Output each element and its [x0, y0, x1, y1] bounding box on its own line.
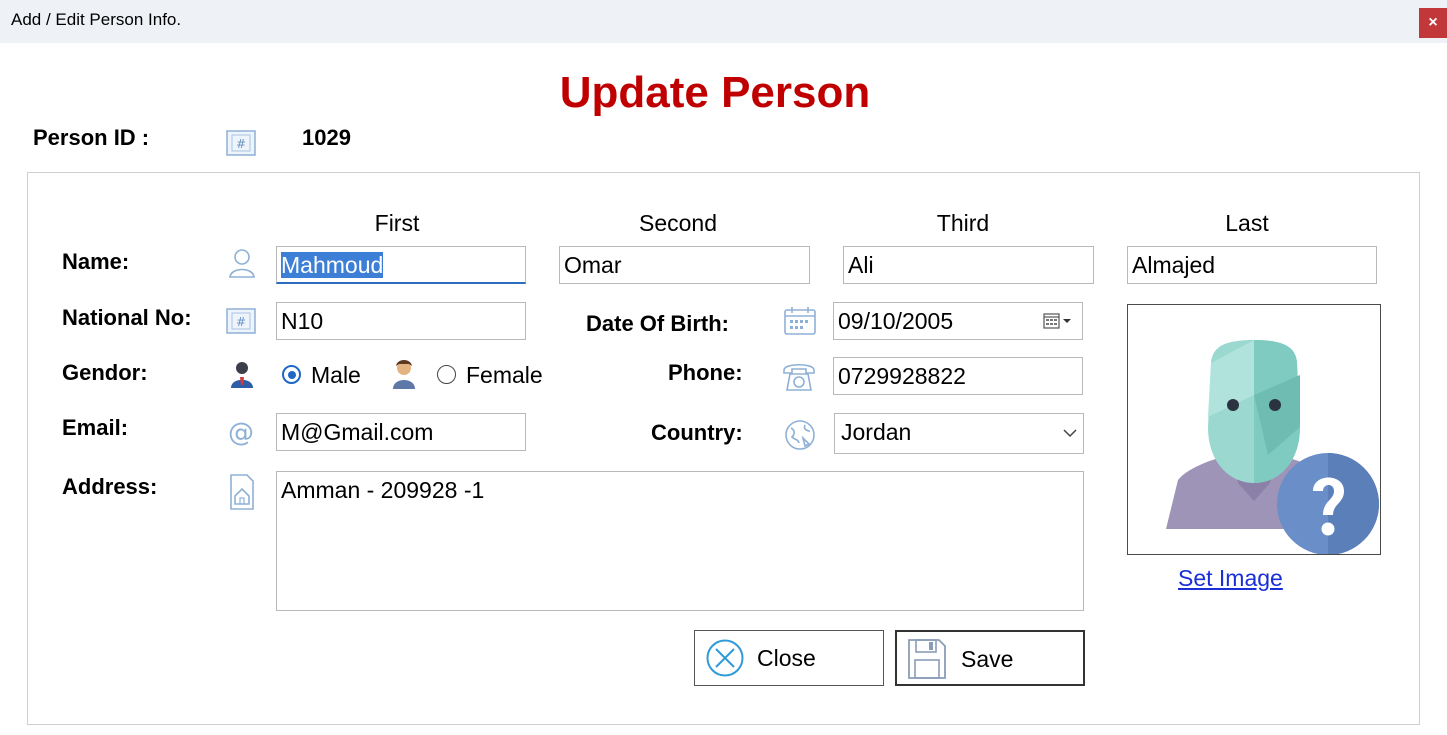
male-radio[interactable] — [282, 365, 301, 384]
close-circle-icon — [706, 639, 744, 677]
close-button-label: Close — [757, 645, 816, 671]
unknown-person-placeholder-icon — [1166, 340, 1379, 554]
person-image — [1127, 304, 1381, 555]
second-name-input[interactable]: Omar — [559, 246, 810, 284]
country-label: Country: — [651, 420, 743, 445]
address-textarea[interactable]: Amman - 209928 -1 — [276, 471, 1084, 611]
svg-text:#: # — [236, 137, 246, 151]
chevron-down-icon[interactable] — [1063, 429, 1077, 438]
user-icon — [229, 249, 255, 278]
save-button-label: Save — [961, 646, 1014, 672]
address-icon — [230, 474, 254, 510]
page-title: Update Person — [559, 68, 871, 117]
calendar-icon — [784, 307, 816, 335]
id-icon: # — [226, 130, 256, 156]
date-of-birth-picker[interactable]: 09/10/2005 — [833, 302, 1083, 340]
calendar-dropdown-icon[interactable] — [1043, 313, 1075, 329]
female-icon — [393, 360, 415, 389]
save-icon — [908, 639, 946, 679]
last-name-header: Last — [1225, 210, 1269, 236]
first-name-header: First — [374, 210, 420, 236]
set-image-link[interactable]: Set Image — [1178, 565, 1283, 592]
email-label: Email: — [62, 415, 129, 440]
national-no-label: National No: — [62, 305, 192, 330]
email-input[interactable]: M@Gmail.com — [276, 413, 526, 451]
last-name-input[interactable]: Almajed — [1127, 246, 1377, 284]
third-name-header: Third — [936, 210, 990, 236]
email-icon: @ — [228, 418, 254, 448]
phone-label: Phone: — [668, 360, 743, 385]
phone-input[interactable]: 0729928822 — [833, 357, 1083, 395]
national-no-input[interactable]: N10 — [276, 302, 526, 340]
female-radio[interactable] — [437, 365, 456, 384]
address-label: Address: — [62, 474, 158, 499]
national-id-icon: # — [226, 308, 256, 334]
name-label: Name: — [62, 249, 130, 274]
svg-text:@: @ — [228, 418, 254, 448]
phone-icon — [783, 363, 815, 391]
female-option-label[interactable]: Female — [466, 362, 543, 389]
window-title: Add / Edit Person Info. — [11, 10, 182, 29]
country-dropdown[interactable]: Jordan — [834, 413, 1084, 454]
person-id-label: Person ID : — [33, 125, 150, 150]
close-button[interactable]: Close — [694, 630, 884, 686]
window-close-button[interactable]: × — [1419, 8, 1447, 38]
svg-text:#: # — [236, 315, 246, 329]
date-of-birth-label: Date Of Birth: — [586, 311, 729, 336]
person-id-value: 1029 — [302, 125, 351, 150]
second-name-header: Second — [638, 210, 717, 236]
country-value: Jordan — [841, 419, 912, 445]
first-name-input[interactable]: Mahmoud — [276, 246, 526, 284]
male-icon — [231, 362, 253, 388]
window-titlebar: Add / Edit Person Info. × — [0, 0, 1447, 43]
globe-icon — [785, 420, 815, 450]
third-name-input[interactable]: Ali — [843, 246, 1094, 284]
date-of-birth-value: 09/10/2005 — [838, 308, 954, 334]
save-button[interactable]: Save — [895, 630, 1085, 686]
gender-label: Gendor: — [62, 360, 148, 385]
male-option-label[interactable]: Male — [311, 362, 361, 389]
